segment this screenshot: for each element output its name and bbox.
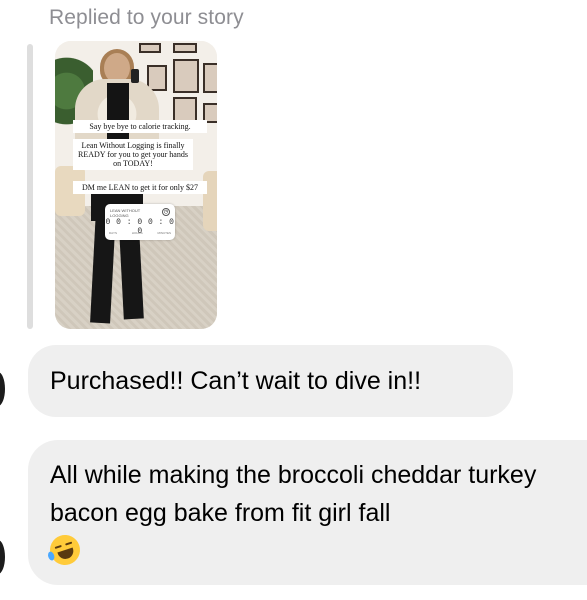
sender-avatar[interactable] — [0, 372, 5, 406]
rolling-on-floor-laughing-emoji — [46, 531, 84, 569]
countdown-title: LEAN WITHOUT LOGGING — [110, 208, 141, 218]
story-person-top — [107, 83, 129, 143]
countdown-unit-days: DAYS — [109, 231, 117, 235]
reply-label: Replied to your story — [49, 6, 244, 29]
story-caption-1: Say bye bye to calorie tracking. — [73, 120, 207, 133]
message-text: Purchased!! Can’t wait to dive in!! — [50, 367, 422, 395]
story-caption-3: DM me LEAN to get it for only $27 — [73, 181, 207, 194]
story-countdown-sticker: LEAN WITHOUT LOGGING ◷ 0 0 : 0 0 : 0 0 D… — [105, 204, 175, 240]
story-phone — [131, 69, 139, 83]
reply-indicator-bar — [27, 44, 33, 329]
story-wall-frame — [173, 43, 197, 53]
message-bubble[interactable]: All while making the broccoli cheddar tu… — [28, 440, 587, 585]
story-caption-2: Lean Without Logging is finally READY fo… — [73, 139, 193, 170]
countdown-unit-hours: HOURS — [131, 231, 143, 235]
clock-icon: ◷ — [162, 208, 170, 216]
message-bubble[interactable]: Purchased!! Can’t wait to dive in!! — [28, 345, 513, 417]
message-text: All while making the broccoli cheddar tu… — [50, 461, 537, 527]
story-wall-frame — [203, 63, 217, 93]
countdown-unit-minutes: MINUTES — [157, 231, 171, 235]
story-preview[interactable]: Say bye bye to calorie tracking. Lean Wi… — [55, 41, 217, 329]
sender-avatar[interactable] — [0, 540, 5, 574]
countdown-units: DAYS HOURS MINUTES — [109, 231, 171, 235]
story-sofa — [203, 171, 217, 231]
story-wall-frame — [139, 43, 161, 53]
story-wall-frame — [173, 59, 199, 93]
